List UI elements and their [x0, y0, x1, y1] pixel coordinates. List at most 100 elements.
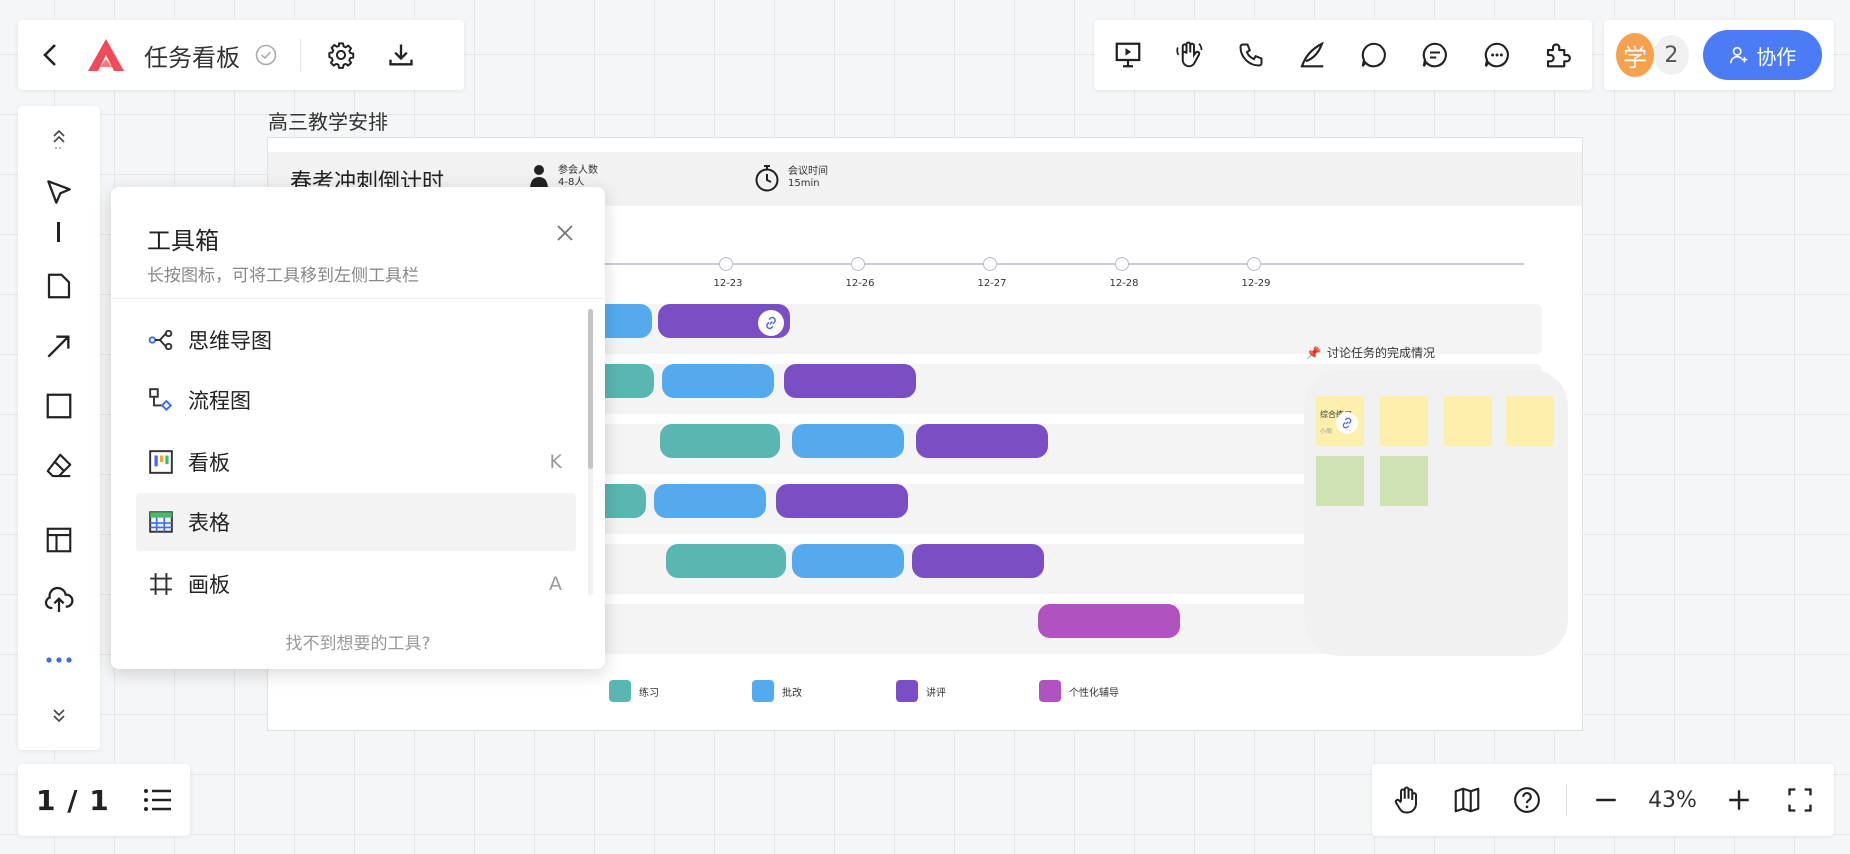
- scrollbar[interactable]: [588, 309, 593, 595]
- tool-table[interactable]: 表格: [136, 493, 576, 551]
- fullscreen-button[interactable]: [1778, 778, 1822, 822]
- select-icon[interactable]: [37, 170, 81, 214]
- online-count-badge[interactable]: 2: [1654, 35, 1689, 75]
- settings-button[interactable]: [319, 33, 363, 77]
- page-indicator[interactable]: 1 / 1: [36, 784, 110, 817]
- zoom-out-button[interactable]: [1584, 778, 1628, 822]
- minus-icon: [1596, 798, 1616, 802]
- help-button[interactable]: [1505, 778, 1549, 822]
- message-dots-icon[interactable]: [1475, 33, 1519, 77]
- toolbox-subtitle: 长按图标，可将工具移到左侧工具栏: [147, 266, 419, 286]
- task-bar-practice[interactable]: [660, 424, 780, 458]
- comment-icon[interactable]: [1352, 33, 1396, 77]
- map-icon: [1454, 787, 1480, 813]
- sticky-note[interactable]: 综合练习 小周: [1316, 396, 1364, 446]
- page-navigator: 1 / 1: [18, 764, 190, 836]
- text-cursor-icon[interactable]: [57, 222, 60, 242]
- timeline-axis: [536, 263, 1524, 265]
- legend-swatch: [609, 680, 631, 702]
- timeline-tick: 12-27: [977, 278, 1007, 289]
- divider: [111, 298, 605, 299]
- document-title[interactable]: 任务看板: [144, 38, 240, 73]
- zoom-in-button[interactable]: [1717, 778, 1761, 822]
- template-icon[interactable]: [37, 518, 81, 562]
- divider: [300, 39, 301, 71]
- task-bar-comment[interactable]: [916, 424, 1048, 458]
- collapse-up-icon[interactable]: [37, 116, 81, 160]
- more-icon[interactable]: [37, 638, 81, 682]
- note-icon[interactable]: [37, 264, 81, 308]
- top-left-bar: 任务看板: [18, 20, 464, 90]
- upload-icon[interactable]: [37, 578, 81, 622]
- link-icon[interactable]: [758, 310, 784, 336]
- sticky-note[interactable]: [1316, 456, 1364, 506]
- chat-icon[interactable]: [1413, 33, 1457, 77]
- back-button[interactable]: [36, 33, 64, 77]
- legend-label: 讲评: [926, 687, 946, 699]
- minimap-button[interactable]: [1445, 778, 1489, 822]
- divider: [1566, 784, 1568, 816]
- gear-icon: [328, 42, 355, 69]
- task-bar-comment[interactable]: [784, 364, 916, 398]
- timeline-tick: 12-28: [1109, 278, 1139, 289]
- close-icon[interactable]: [553, 221, 577, 245]
- sticky-note[interactable]: [1444, 396, 1492, 446]
- legend-swatch: [752, 680, 774, 702]
- download-button[interactable]: [379, 33, 423, 77]
- legend-label: 个性化辅导: [1069, 687, 1119, 699]
- tool-kanban[interactable]: 看板 K: [136, 433, 576, 491]
- collapse-down-icon[interactable]: [37, 694, 81, 738]
- rectangle-icon[interactable]: [37, 384, 81, 428]
- tool-label: 画板: [188, 573, 230, 597]
- link-icon[interactable]: [1336, 412, 1358, 434]
- task-bar-review[interactable]: [662, 364, 774, 398]
- arrow-icon[interactable]: [37, 324, 81, 368]
- kanban-icon: [149, 450, 173, 474]
- download-icon: [389, 44, 413, 66]
- tool-flowchart[interactable]: 流程图: [136, 371, 576, 429]
- toolbox-footer-link[interactable]: 找不到想要的工具?: [111, 629, 605, 654]
- sticky-note[interactable]: [1380, 396, 1428, 446]
- toolbox-popup: 工具箱 长按图标，可将工具移到左侧工具栏 思维导图 流程图 看板 K 表格 画板…: [111, 187, 605, 669]
- task-bar-comment[interactable]: [912, 544, 1044, 578]
- task-bar-tutoring[interactable]: [1038, 604, 1180, 638]
- flowchart-icon: [149, 388, 173, 412]
- tool-mindmap[interactable]: 思维导图: [136, 311, 576, 369]
- legend-item: 批改: [752, 680, 802, 702]
- zoom-toolbar: 43%: [1372, 764, 1834, 836]
- task-bar-review[interactable]: [792, 424, 904, 458]
- board-label[interactable]: 高三教学安排: [268, 106, 388, 135]
- timeline-tick: 12-26: [845, 278, 875, 289]
- presentation-icon[interactable]: [1106, 33, 1150, 77]
- hand-tool-button[interactable]: [1384, 778, 1428, 822]
- pen-sign-icon[interactable]: [1290, 33, 1334, 77]
- task-bar-comment[interactable]: [776, 484, 908, 518]
- zoom-level[interactable]: 43%: [1645, 788, 1701, 813]
- phone-icon[interactable]: [1229, 33, 1273, 77]
- left-toolbar: [18, 106, 100, 750]
- page-list-button[interactable]: [136, 778, 180, 822]
- frame-icon: [150, 573, 172, 595]
- sticky-note[interactable]: [1506, 396, 1554, 446]
- mindmap-icon: [148, 329, 173, 351]
- tool-label: 看板: [188, 451, 230, 475]
- task-bar-practice[interactable]: [666, 544, 786, 578]
- task-bar-review[interactable]: [792, 544, 904, 578]
- scrollbar-thumb[interactable]: [588, 309, 593, 469]
- plugin-icon[interactable]: [1536, 33, 1580, 77]
- tool-frame[interactable]: 画板 A: [136, 555, 576, 613]
- legend-label: 批改: [782, 687, 802, 699]
- user-bar: 学 2 协作: [1604, 20, 1834, 90]
- discussion-area[interactable]: 综合练习 小周: [1304, 370, 1568, 656]
- legend-label: 练习: [639, 687, 659, 699]
- eraser-icon[interactable]: [37, 444, 81, 488]
- legend-swatch: [1039, 680, 1061, 702]
- add-user-icon: [1730, 46, 1748, 64]
- avatar[interactable]: 学: [1616, 33, 1655, 77]
- timeline-dot: [1115, 257, 1129, 271]
- discussion-title[interactable]: 📌 讨论任务的完成情况: [1306, 344, 1435, 361]
- wave-hand-icon[interactable]: [1167, 33, 1211, 77]
- collaborate-button[interactable]: 协作: [1702, 30, 1822, 80]
- sticky-note[interactable]: [1380, 456, 1428, 506]
- task-bar-review[interactable]: [654, 484, 766, 518]
